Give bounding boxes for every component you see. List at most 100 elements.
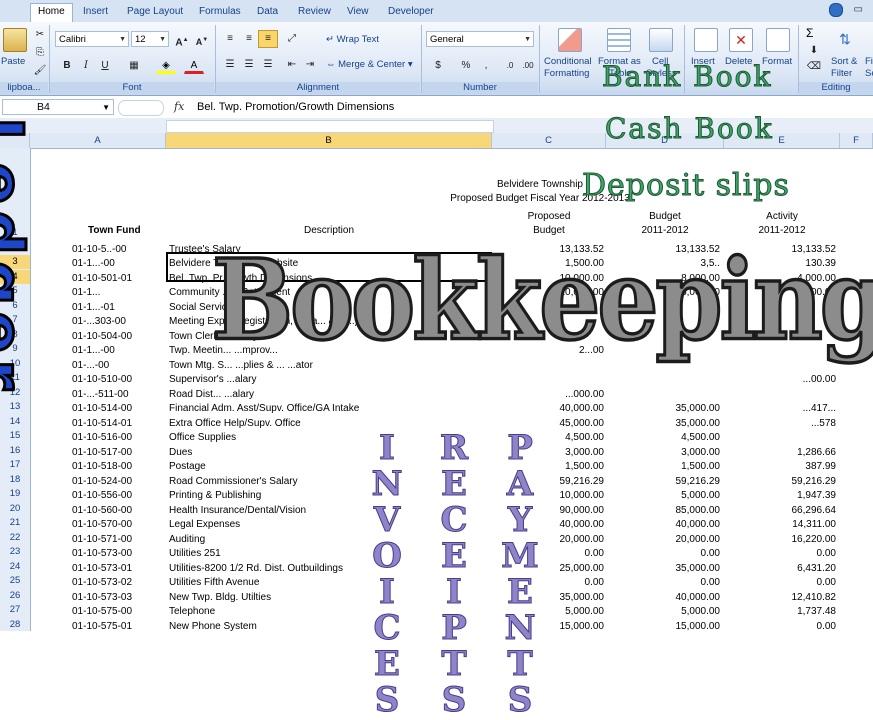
table-cell-d[interactable]: 1,500.00 xyxy=(606,460,720,474)
table-cell-a[interactable]: 01-10-5..-00 xyxy=(72,243,166,257)
table-cell-e[interactable]: 1,737.48 xyxy=(724,605,836,619)
table-cell-a[interactable]: 01-10-573-02 xyxy=(72,576,166,590)
table-cell-d[interactable]: 3,000.00 xyxy=(606,446,720,460)
header-town-fund[interactable]: Town Fund xyxy=(88,224,166,238)
table-cell-a[interactable]: 01-1...-00 xyxy=(72,344,166,358)
table-cell-d[interactable]: 0.00 xyxy=(606,576,720,590)
invoices-letter: I xyxy=(379,428,396,468)
header-proposed[interactable]: Proposed xyxy=(492,210,606,224)
table-cell-d[interactable]: 20,000.00 xyxy=(606,533,721,547)
receipts-letter: S xyxy=(441,680,467,720)
table-cell-a[interactable]: 01-10-518-00 xyxy=(72,460,166,474)
table-cell-b[interactable]: Financial Adm. Asst/Supv. Office/GA Inta… xyxy=(169,402,489,416)
table-cell-a[interactable]: 01-...303-00 xyxy=(72,315,166,329)
table-cell-e[interactable] xyxy=(724,431,836,445)
table-cell-a[interactable]: 01-1...-01 xyxy=(72,301,166,315)
receipts-overlay: RECEIPTS xyxy=(434,428,474,720)
payments-letter: S xyxy=(507,680,533,720)
invoices-letter: S xyxy=(374,680,400,720)
table-cell-a[interactable]: 01-...-00 xyxy=(72,359,166,373)
table-cell-d[interactable] xyxy=(606,388,720,402)
payments-letter: T xyxy=(507,644,533,684)
table-cell-b[interactable]: Road Dist... ...alary xyxy=(169,388,489,402)
table-cell-e[interactable]: 0.00 xyxy=(724,620,836,634)
table-cell-e[interactable]: ...00.00 xyxy=(724,373,836,387)
table-cell-c[interactable]: 40,000.00 xyxy=(492,402,605,416)
receipts-letter: I xyxy=(446,572,463,612)
table-cell-e[interactable]: 66,296.64 xyxy=(724,504,837,518)
table-cell-a[interactable]: 01-10-517-00 xyxy=(72,446,166,460)
table-cell-a[interactable]: 01-10-510-00 xyxy=(72,373,166,387)
table-cell-e[interactable]: 0.00 xyxy=(724,576,836,590)
table-cell-a[interactable]: 01-10-514-01 xyxy=(72,417,166,431)
invoices-letter: V xyxy=(373,500,401,540)
table-cell-a[interactable]: 01-10-560-00 xyxy=(72,504,166,518)
table-cell-d[interactable]: 35,000.00 xyxy=(606,562,721,576)
table-cell-a[interactable]: 01-10-575-00 xyxy=(72,605,166,619)
table-cell-e[interactable]: 12,410.82 xyxy=(724,591,837,605)
payments-letter: M xyxy=(501,536,540,576)
table-cell-a[interactable]: 01-10-573-03 xyxy=(72,591,166,605)
payments-letter: E xyxy=(507,572,534,612)
header-budget[interactable]: Budget xyxy=(606,210,724,224)
table-cell-e[interactable]: 6,431.20 xyxy=(724,562,836,576)
table-cell-a[interactable]: 01-10-516-00 xyxy=(72,431,166,445)
table-cell-e[interactable]: ...578 xyxy=(724,417,836,431)
receipts-letter: R xyxy=(439,428,469,468)
table-cell-a[interactable]: 01-10-524-00 xyxy=(72,475,166,489)
table-cell-a[interactable]: 01-...-511-00 xyxy=(72,388,166,402)
table-cell-a[interactable]: 01-10-504-00 xyxy=(72,330,166,344)
invoices-letter: O xyxy=(372,536,403,576)
table-cell-e[interactable]: ...417... xyxy=(724,402,836,416)
ledger-overlay: Ledger xyxy=(0,116,38,398)
cash-book-overlay: Cash Book xyxy=(605,112,774,146)
header-activity[interactable]: Activity xyxy=(724,210,840,224)
table-cell-e[interactable]: 59,216.29 xyxy=(724,475,837,489)
table-cell-c[interactable] xyxy=(492,373,604,387)
table-cell-a[interactable]: 01-10-573-00 xyxy=(72,547,166,561)
table-cell-d[interactable]: 40,000.00 xyxy=(606,518,721,532)
table-cell-a[interactable]: 01-10-573-01 xyxy=(72,562,166,576)
invoices-letter: C xyxy=(373,608,401,648)
table-cell-d[interactable]: 85,000.00 xyxy=(606,504,721,518)
table-cell-e[interactable]: 16,220.00 xyxy=(724,533,837,547)
table-cell-b[interactable]: Supervisor's ...alary xyxy=(169,373,489,387)
table-cell-a[interactable]: 01-10-570-00 xyxy=(72,518,166,532)
table-cell-a[interactable]: 01-10-514-00 xyxy=(72,402,166,416)
deposit-slips-overlay: Deposit slips xyxy=(582,168,790,204)
table-cell-d[interactable]: 0.00 xyxy=(606,547,720,561)
invoices-letter: I xyxy=(379,572,396,612)
table-cell-d[interactable] xyxy=(606,373,720,387)
table-cell-d[interactable]: 35,000.00 xyxy=(606,402,721,416)
invoices-overlay: INVOICES xyxy=(367,428,407,720)
payments-letter: A xyxy=(506,464,534,504)
payments-letter: N xyxy=(504,608,536,648)
table-cell-a[interactable]: 01-1... xyxy=(72,286,166,300)
receipts-letter: E xyxy=(441,536,468,576)
table-cell-a[interactable]: 01-10-575-01 xyxy=(72,620,166,634)
table-cell-e[interactable]: 1,286.66 xyxy=(724,446,836,460)
table-cell-e[interactable]: 387.99 xyxy=(724,460,836,474)
receipts-letter: C xyxy=(440,500,468,540)
payments-letter: P xyxy=(507,428,534,468)
table-cell-d[interactable]: 4,500.00 xyxy=(606,431,720,445)
table-cell-c[interactable]: ...000.00 xyxy=(492,388,604,402)
table-cell-e[interactable] xyxy=(724,388,836,402)
table-cell-a[interactable]: 01-10-571-00 xyxy=(72,533,166,547)
table-cell-a[interactable]: 01-10-556-00 xyxy=(72,489,166,503)
table-cell-d[interactable]: 40,000.00 xyxy=(606,591,721,605)
table-cell-d[interactable]: 59,216.29 xyxy=(606,475,721,489)
table-cell-d[interactable]: 35,000.00 xyxy=(606,417,721,431)
table-cell-a[interactable]: 01-1...-00 xyxy=(72,257,166,271)
bookkeeping-overlay: Bookkeeping xyxy=(211,233,873,366)
table-cell-d[interactable]: 15,000.00 xyxy=(606,620,721,634)
table-cell-d[interactable]: 5,000.00 xyxy=(606,489,720,503)
table-cell-d[interactable]: 5,000.00 xyxy=(606,605,720,619)
receipts-letter: T xyxy=(441,644,467,684)
table-cell-a[interactable]: 01-10-501-01 xyxy=(72,272,166,286)
payments-letter: Y xyxy=(507,500,533,540)
table-cell-e[interactable]: 0.00 xyxy=(724,547,836,561)
table-cell-e[interactable]: 1,947.39 xyxy=(724,489,836,503)
table-cell-e[interactable]: 14,311.00 xyxy=(724,518,836,532)
bank-book-overlay: Bank Book xyxy=(601,60,773,94)
